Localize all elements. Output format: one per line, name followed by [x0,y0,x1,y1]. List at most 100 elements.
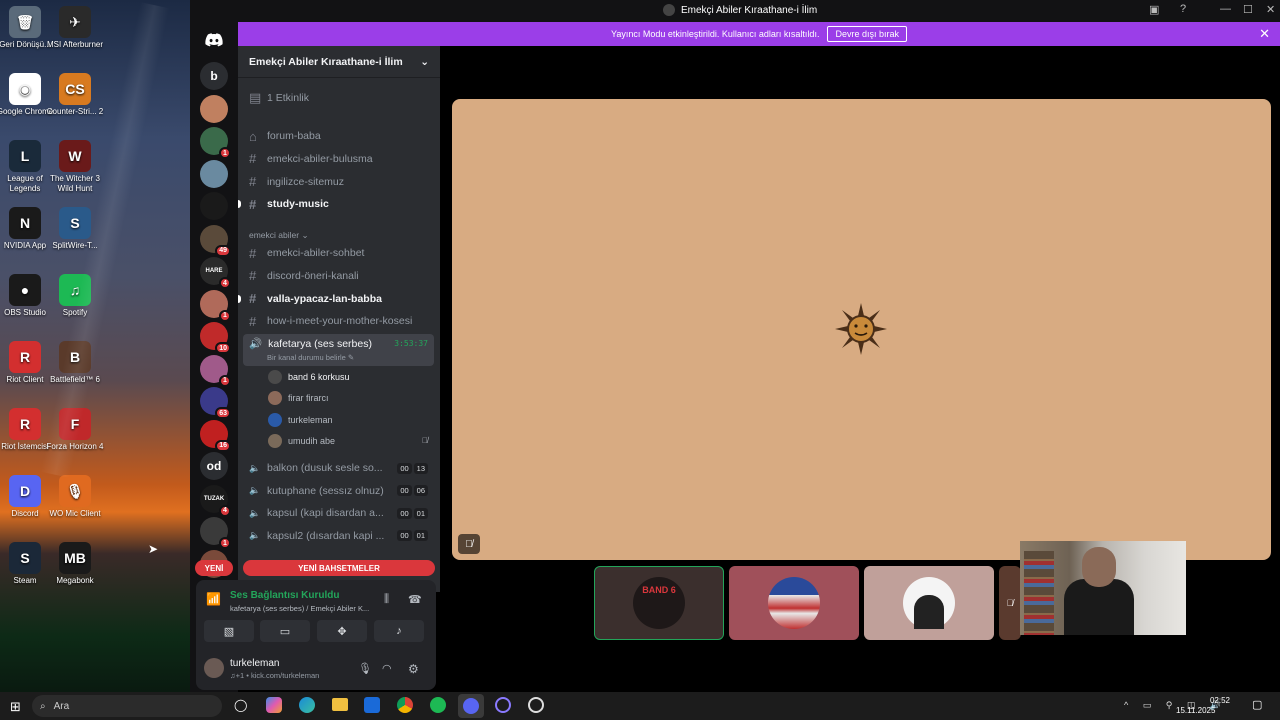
desktop-icon[interactable]: ♫ Spotify [44,274,106,318]
chrome-icon[interactable] [397,697,413,713]
inbox-icon[interactable]: ▣ [1149,3,1159,16]
desktop-icon[interactable]: MB Megabonk [44,542,106,586]
noise-suppression-icon[interactable]: ⫼ [384,593,389,606]
app-icon: B [59,341,91,373]
server-icon[interactable]: TUZAK 4 [200,484,231,517]
voice-channel-item[interactable]: 🔈 kapsul (kapi disardan a... 00 01 [246,503,434,523]
participant-tile-3[interactable] [864,566,994,640]
activities-button[interactable]: ✥ [317,620,367,642]
speaker-icon: 🔈 [249,485,261,496]
app-icon: R [9,408,41,440]
voice-channel-item[interactable]: 🔈 kapsul2 (dısardan kapi ... 00 01 [246,526,434,546]
desktop-icon[interactable]: S SplitWire-T... [44,207,106,251]
disconnect-icon[interactable]: ☎ [408,593,422,606]
channel-status-prompt[interactable]: Bir kanal durumu belirle ✎ [267,353,354,362]
avatar[interactable] [204,658,224,678]
channel-item[interactable]: # valla-ypacaz-lan-babba [238,289,434,309]
channel-item[interactable]: ⌂ forum-baba [246,126,434,146]
channel-name: how-i-meet-your-mother-kosesi [267,315,413,328]
desktop-icon[interactable]: F Forza Horizon 4 [44,408,106,452]
hash-icon: # [249,245,257,261]
discord-taskbar-active[interactable] [458,694,484,718]
channel-item[interactable]: # study-music [238,194,434,214]
channel-item[interactable]: # ingilizce-sitemuz [246,172,434,192]
soundboard-button[interactable]: ♪ [374,620,424,642]
muted-mic-icon: 🎙̸ [458,534,480,554]
microphone-icon[interactable]: 🎙 [358,662,372,675]
obs-icon[interactable] [495,697,511,713]
voice-channel-path[interactable]: kafetarya (ses serbes) / Emekçi Abiler K… [230,604,369,613]
server-icon[interactable]: 16 [200,419,231,452]
server-icon[interactable]: HARE 4 [200,257,231,289]
voice-channel-name: kafetarya (ses serbes) [268,337,372,350]
server-icon[interactable]: 10 [200,322,231,354]
channel-item[interactable]: # how-i-meet-your-mother-kosesi [246,311,434,331]
maximize-button[interactable]: ☐ [1243,3,1253,16]
settings-gear-icon[interactable]: ⚙ [408,662,419,676]
copilot-icon[interactable] [266,697,282,713]
participant-tile-2[interactable] [729,566,859,640]
search-box[interactable]: ⌕ Ara [32,695,222,717]
active-voice-channel[interactable]: 🔊 kafetarya (ses serbes) 3:53:37 Bir kan… [243,334,434,366]
file-explorer-icon[interactable] [332,698,348,711]
voice-user[interactable]: band 6 korkusu [268,368,428,386]
participant-tile-1[interactable]: BAND 6 [594,566,724,640]
voice-user[interactable]: firar firarcı [268,389,428,407]
avatar [268,412,282,427]
clock[interactable]: 02:52 [1202,696,1230,706]
channel-item[interactable]: # emekci-abiler-sohbet [246,243,434,263]
mention-badge: 63 [215,407,231,419]
desktop-icon-label: SplitWire-T... [52,241,98,250]
task-view-icon[interactable]: ◯ [234,698,247,712]
banner-close-icon[interactable]: ✕ [1259,26,1270,42]
category-header[interactable]: emekci abiler ⌄ [249,230,309,241]
discord-home-icon[interactable] [200,26,228,54]
count-current: 00 [397,462,412,474]
spotify-icon[interactable] [430,697,446,713]
user-name[interactable]: turkeleman [230,658,279,669]
server-icon[interactable]: 1 [200,289,231,322]
server-icon[interactable] [200,192,228,220]
server-header[interactable]: Emekçi Abiler Kıraathane-i İlim ⌄ [238,46,440,78]
server-icon[interactable]: 1 [200,517,231,549]
desktop-icon[interactable]: 🎙 WO Mic Client [44,475,106,519]
channel-item[interactable]: # discord-öneri-kanali [246,266,434,286]
windows-start-icon[interactable]: ⊞ [10,699,21,715]
events-item[interactable]: ▤ 1 Etkinlik [246,88,434,108]
desktop-icon[interactable]: ✈ MSI Afterburner [44,6,106,50]
channel-item[interactable]: # emekci-abiler-bulusma [246,149,434,169]
server-icon[interactable] [200,159,228,188]
server-icon[interactable]: 63 [200,387,231,419]
screen-share-button[interactable]: ▭ [260,620,310,642]
desktop-icon-label: The Witcher 3 Wild Hunt [50,174,100,193]
voice-channel-item[interactable]: 🔈 balkon (dusuk sesle so... 00 13 [246,458,434,478]
server-icon[interactable]: 1 [200,354,231,387]
help-icon[interactable]: ? [1180,3,1186,15]
desktop-icon[interactable]: CS Counter-Stri... 2 [44,73,106,117]
close-button[interactable]: ✕ [1266,3,1275,16]
desktop-icon[interactable]: B Battlefield™ 6 [44,341,106,385]
minimize-button[interactable]: — [1220,3,1231,15]
server-icon[interactable]: od [200,452,228,480]
camera-button[interactable]: ▧ [204,620,254,642]
server-icon[interactable]: b [200,62,228,90]
server-icon[interactable]: 49 [200,224,231,257]
edge-icon[interactable] [299,697,315,713]
new-servers-pill[interactable]: YENİ [195,560,233,576]
desktop-icon[interactable]: W The Witcher 3 Wild Hunt [44,140,106,194]
voice-user[interactable]: turkeleman [268,411,428,429]
server-icon[interactable]: 1 [200,127,231,159]
server-icon[interactable] [200,94,228,123]
disable-streamer-mode-button[interactable]: Devre dışı bırak [827,26,907,42]
new-mentions-bar[interactable]: YENİ BAHSETMELER [243,560,435,576]
voice-user[interactable]: umudih abe 🎙̸ [268,432,428,450]
headphones-icon[interactable]: ◠ [382,662,392,675]
voice-channel-item[interactable]: 🔈 kutuphane (sessız olnuz) 00 06 [246,481,434,501]
participant-tile-4[interactable]: 🎙̸ [999,566,1021,640]
app-icon[interactable] [528,697,544,713]
voice-status[interactable]: Ses Bağlantısı Kuruldu [230,590,339,601]
mail-icon[interactable] [364,697,380,713]
webcam-preview[interactable] [1020,541,1186,635]
main-video-tile[interactable] [452,99,1271,560]
notification-icon[interactable]: ▢ [1252,698,1262,711]
